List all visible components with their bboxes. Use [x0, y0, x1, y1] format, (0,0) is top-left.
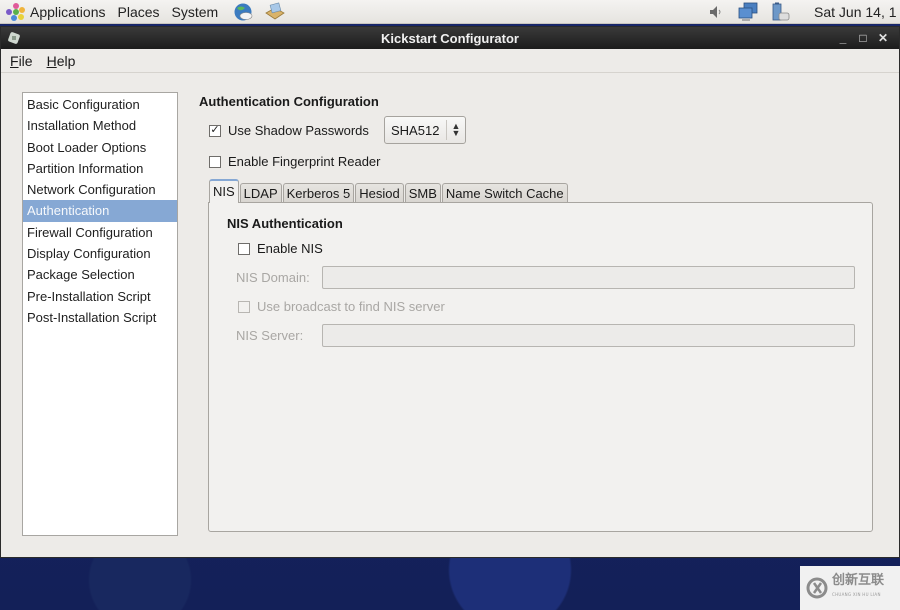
enable-nis-checkbox[interactable]: Enable NIS [238, 241, 323, 256]
system-menu-label: System [171, 3, 219, 20]
network-button[interactable] [736, 2, 760, 22]
sidebar-item-network-configuration[interactable]: Network Configuration [23, 179, 177, 200]
tab-ldap[interactable]: LDAP [239, 183, 282, 203]
file-menu[interactable]: File [1, 53, 38, 69]
sidebar-item-partition-information[interactable]: Partition Information [23, 158, 177, 179]
sidebar-item-package-selection[interactable]: Package Selection [23, 264, 177, 285]
tab-name-switch-cache[interactable]: Name Switch Cache [441, 183, 568, 203]
menubar: File Help [1, 49, 899, 73]
applications-menu-label: Applications [30, 3, 106, 20]
app-icon [8, 32, 20, 44]
mail-client-launcher[interactable] [262, 1, 288, 23]
checkbox-unchecked-icon [238, 300, 250, 313]
places-menu[interactable]: Places [112, 0, 166, 24]
help-menu-label: elp [56, 52, 76, 69]
shadow-passwords-checkbox[interactable]: ✓ Use Shadow Passwords [209, 123, 369, 138]
sidebar-item-basic-configuration[interactable]: Basic Configuration [23, 94, 177, 115]
fingerprint-reader-checkbox[interactable]: Enable Fingerprint Reader [209, 154, 380, 169]
help-menu-mnemonic: H [46, 52, 57, 69]
auth-tabs: NIS LDAP Kerberos 5 Hesiod SMB Name Swit… [209, 179, 569, 203]
updown-arrows-icon: ▲ ▼ [451, 121, 461, 138]
nis-authentication-title: NIS Authentication [227, 216, 343, 231]
top-panel: Applications Places System Sat Jun 14, 1 [0, 0, 900, 24]
tab-smb[interactable]: SMB [404, 183, 441, 203]
battery-button[interactable] [768, 2, 792, 22]
sidebar-item-firewall-configuration[interactable]: Firewall Configuration [23, 222, 177, 243]
battery-power-icon [772, 2, 790, 21]
authentication-panel: Authentication Configuration ✓ Use Shado… [199, 92, 879, 542]
watermark: 创新互联 CHUANG XIN HU LIAN [800, 566, 900, 610]
enable-nis-label: Enable NIS [257, 241, 323, 256]
hash-algorithm-select[interactable]: SHA512 ▲ ▼ [384, 116, 466, 144]
maximize-button[interactable]: □ [853, 29, 873, 47]
checkbox-unchecked-icon [209, 155, 221, 168]
section-title: Authentication Configuration [199, 94, 379, 109]
sidebar-item-authentication[interactable]: Authentication [23, 200, 177, 222]
notification-area: Sat Jun 14, 1 [704, 0, 900, 24]
sidebar-item-display-configuration[interactable]: Display Configuration [23, 243, 177, 264]
kickstart-window: Kickstart Configurator _ □ ✕ File Help B… [0, 26, 900, 558]
watermark-subtext: CHUANG XIN HU LIAN [832, 592, 881, 597]
tab-hesiod[interactable]: Hesiod [355, 183, 404, 203]
nis-server-input[interactable] [322, 324, 855, 347]
close-button[interactable]: ✕ [873, 29, 893, 47]
places-menu-label: Places [117, 3, 160, 20]
watermark-text: 创新互联 [832, 573, 885, 588]
help-menu[interactable]: Help [38, 53, 81, 69]
nis-broadcast-checkbox[interactable]: Use broadcast to find NIS server [238, 299, 445, 314]
mail-client-icon [265, 1, 285, 19]
nis-domain-label: NIS Domain: [236, 270, 310, 285]
web-browser-icon [234, 3, 253, 20]
window-titlebar[interactable]: Kickstart Configurator _ □ ✕ [1, 27, 899, 49]
tab-kerberos-5[interactable]: Kerberos 5 [282, 183, 355, 203]
shadow-passwords-label: Use Shadow Passwords [228, 123, 369, 138]
system-menu[interactable]: System [166, 0, 225, 24]
applications-menu[interactable]: Applications [0, 0, 112, 24]
sidebar-item-pre-installation-script[interactable]: Pre-Installation Script [23, 286, 177, 307]
file-menu-label: ile [18, 52, 33, 69]
fingerprint-reader-label: Enable Fingerprint Reader [228, 154, 381, 169]
window-title: Kickstart Configurator [381, 30, 519, 46]
web-browser-launcher[interactable] [230, 1, 256, 23]
minimize-button[interactable]: _ [833, 29, 853, 47]
sidebar-item-post-installation-script[interactable]: Post-Installation Script [23, 307, 177, 328]
nis-server-label: NIS Server: [236, 328, 304, 343]
clock[interactable]: Sat Jun 14, 1 [814, 4, 900, 20]
section-list[interactable]: Basic Configuration Installation Method … [22, 92, 178, 536]
sidebar-item-boot-loader-options[interactable]: Boot Loader Options [23, 137, 177, 158]
nis-domain-input[interactable] [322, 266, 855, 289]
network-icon [738, 2, 758, 21]
applications-icon [6, 2, 26, 21]
checkbox-unchecked-icon [238, 242, 250, 255]
volume-icon [710, 6, 721, 18]
nis-tab-panel: NIS Authentication Enable NIS NIS Domain… [208, 202, 873, 532]
sidebar-item-installation-method[interactable]: Installation Method [23, 115, 177, 136]
volume-button[interactable] [704, 2, 728, 22]
tab-nis[interactable]: NIS [209, 179, 239, 203]
nis-broadcast-label: Use broadcast to find NIS server [257, 299, 445, 314]
hash-algorithm-value: SHA512 [391, 122, 440, 138]
file-menu-mnemonic: F [10, 52, 19, 69]
checkbox-checked-icon: ✓ [209, 124, 221, 137]
watermark-logo-icon [806, 577, 828, 599]
